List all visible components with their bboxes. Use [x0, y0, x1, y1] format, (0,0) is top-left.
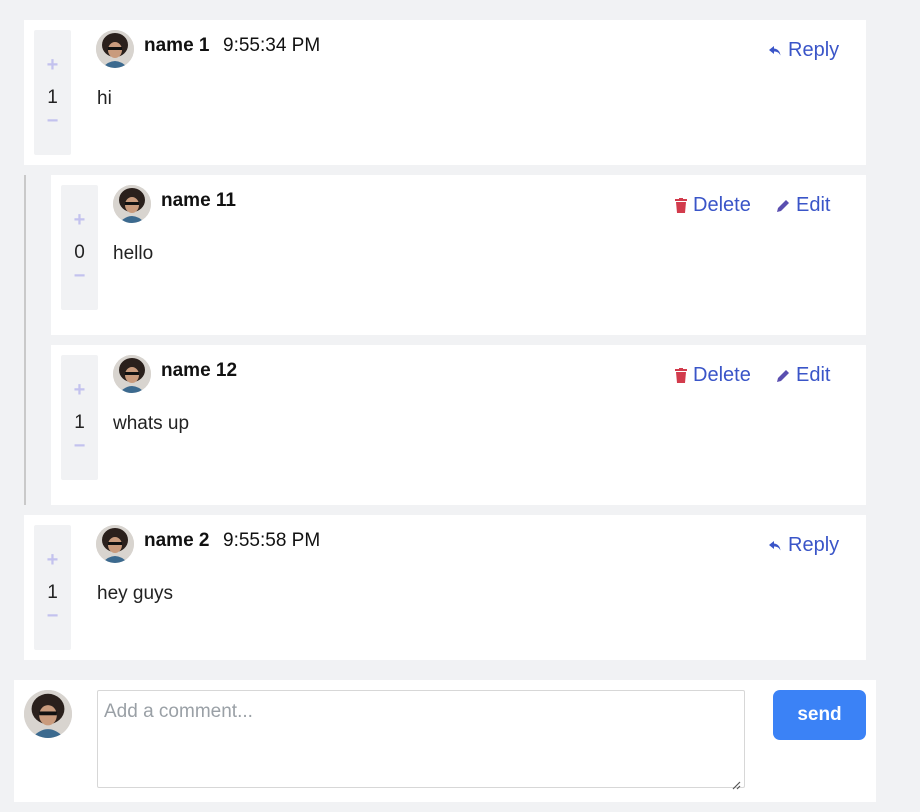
comment-card: + 1 − name 1 9:55:34 PM hi Reply: [24, 20, 866, 165]
resize-handle-icon[interactable]: [731, 774, 741, 790]
thread-indent-line: [24, 175, 26, 505]
vote-widget: + 1 −: [34, 525, 71, 650]
pencil-icon: [776, 195, 790, 219]
upvote-button[interactable]: +: [34, 550, 71, 570]
vote-count: 1: [47, 582, 58, 603]
reply-button[interactable]: Reply: [768, 38, 839, 64]
send-button[interactable]: send: [773, 690, 866, 740]
pencil-icon: [776, 365, 790, 389]
delete-label: Delete: [693, 194, 751, 216]
reply-arrow-icon: [768, 40, 782, 64]
edit-button[interactable]: Edit: [776, 363, 830, 389]
avatar: [96, 525, 134, 563]
current-user-avatar: [24, 690, 72, 738]
avatar: [96, 30, 134, 68]
comment-author: name 2: [144, 530, 210, 551]
comment-text: hi: [97, 88, 112, 109]
trash-icon: [675, 195, 687, 219]
comment-text: hello: [113, 243, 154, 264]
edit-label: Edit: [796, 194, 831, 216]
reply-button[interactable]: Reply: [768, 533, 839, 559]
trash-icon: [675, 365, 687, 389]
comment-text: hey guys: [97, 583, 174, 604]
comment-timestamp: 9:55:58 PM: [223, 530, 321, 551]
comment-author: name 1: [144, 35, 210, 56]
comment-author: name 11: [161, 190, 236, 211]
edit-button[interactable]: Edit: [776, 193, 830, 219]
comment-input[interactable]: Add a comment...: [97, 690, 745, 790]
comment-input-placeholder: Add a comment...: [104, 701, 253, 722]
delete-button[interactable]: Delete: [675, 363, 751, 389]
reply-label: Reply: [788, 534, 840, 556]
delete-button[interactable]: Delete: [675, 193, 751, 219]
avatar: [113, 185, 151, 223]
delete-label: Delete: [693, 364, 751, 386]
downvote-button[interactable]: −: [34, 111, 71, 131]
vote-widget: + 0 −: [61, 185, 98, 310]
downvote-button[interactable]: −: [34, 606, 71, 626]
comment-author: name 12: [161, 360, 238, 381]
comment-timestamp: 9:55:34 PM: [223, 35, 321, 56]
vote-count: 1: [74, 412, 85, 433]
comment-card: + 1 − name 12 whats up Delete Edit: [51, 345, 866, 505]
avatar: [113, 355, 151, 393]
upvote-button[interactable]: +: [61, 210, 98, 230]
vote-count: 1: [47, 87, 58, 108]
comment-composer: Add a comment... send: [14, 680, 876, 802]
upvote-button[interactable]: +: [34, 55, 71, 75]
vote-count: 0: [74, 242, 85, 263]
reply-label: Reply: [788, 39, 840, 61]
upvote-button[interactable]: +: [61, 380, 98, 400]
reply-arrow-icon: [768, 535, 782, 559]
comment-card: + 0 − name 11 hello Delete Edit: [51, 175, 866, 335]
comment-card: + 1 − name 2 9:55:58 PM hey guys Reply: [24, 515, 866, 660]
vote-widget: + 1 −: [61, 355, 98, 480]
downvote-button[interactable]: −: [61, 436, 98, 456]
downvote-button[interactable]: −: [61, 266, 98, 286]
edit-label: Edit: [796, 364, 831, 386]
vote-widget: + 1 −: [34, 30, 71, 155]
comment-text: whats up: [113, 413, 190, 434]
